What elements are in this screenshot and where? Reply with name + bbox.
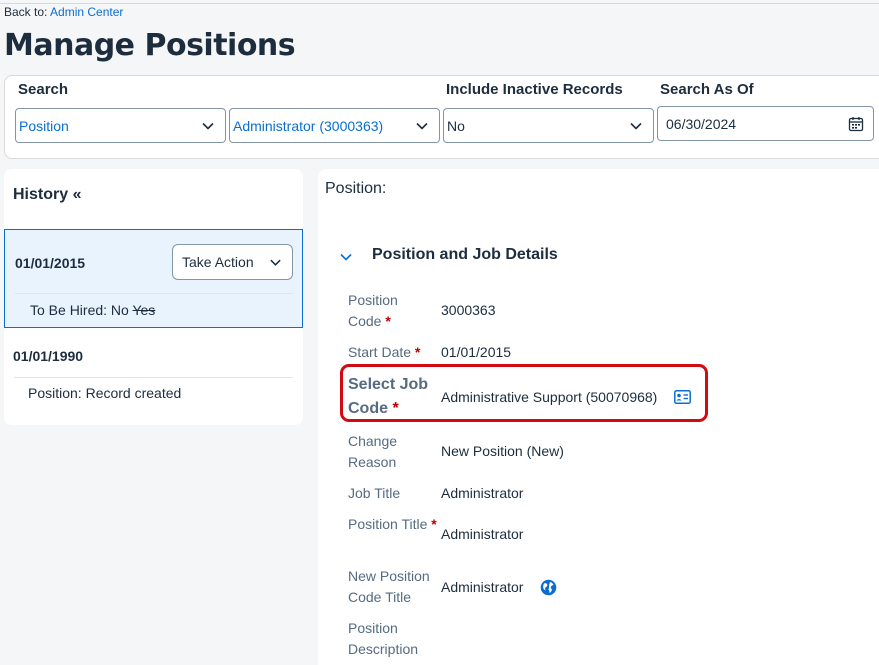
- breadcrumb-prefix: Back to:: [4, 5, 48, 19]
- history-divider: [15, 293, 293, 294]
- section-title[interactable]: Position and Job Details: [372, 246, 558, 264]
- include-inactive-value: No: [447, 117, 465, 134]
- admin-center-link[interactable]: Admin Center: [50, 5, 123, 19]
- history-change-old-value: Yes: [132, 302, 156, 318]
- start-date-value: 01/01/2015: [441, 344, 512, 360]
- include-inactive-label: Include Inactive Records: [446, 81, 623, 98]
- change-reason-label: Change Reason: [348, 433, 398, 470]
- job-title-value: Administrator: [441, 485, 524, 501]
- search-entity-select[interactable]: Administrator (3000363): [229, 108, 440, 143]
- job-title-label: Job Title: [348, 485, 401, 501]
- history-panel: History « 01/01/2015 Take Action To Be H…: [4, 169, 303, 425]
- change-reason-value: New Position (New): [441, 443, 564, 459]
- top-divider: [0, 3, 879, 4]
- history-entry-date[interactable]: 01/01/1990: [13, 348, 83, 364]
- position-title-value: Administrator: [441, 526, 524, 542]
- position-code-label: Position Code *: [348, 292, 398, 329]
- take-action-label: Take Action: [182, 254, 254, 270]
- search-as-of-label: Search As Of: [660, 81, 754, 98]
- chevron-down-icon: [416, 122, 428, 130]
- position-description-label: Position Description: [348, 620, 419, 657]
- position-header: Position:: [325, 180, 387, 197]
- history-title[interactable]: History «: [13, 186, 81, 204]
- search-as-of-input[interactable]: 06/30/2024: [657, 106, 874, 141]
- history-entry-selected[interactable]: 01/01/2015 Take Action To Be Hired: No Y…: [4, 229, 303, 328]
- chevron-down-icon[interactable]: [338, 249, 354, 265]
- take-action-button[interactable]: Take Action: [172, 244, 293, 280]
- chevron-down-icon: [270, 259, 281, 266]
- chevron-down-icon: [202, 122, 214, 130]
- search-as-of-value: 06/30/2024: [666, 115, 737, 132]
- calendar-icon[interactable]: [848, 116, 864, 132]
- breadcrumb: Back to: Admin Center: [4, 5, 123, 19]
- history-change-label: Position: Record created: [28, 385, 182, 401]
- include-inactive-select[interactable]: No: [443, 108, 654, 143]
- search-entity-value: Administrator (3000363): [233, 117, 384, 134]
- start-date-label: Start Date *: [348, 344, 421, 360]
- position-title-label: Position Title *: [348, 516, 437, 532]
- new-position-code-title-label: New Position Code Title: [348, 568, 430, 605]
- page-title: Manage Positions: [4, 28, 296, 63]
- job-code-highlight: [340, 364, 708, 422]
- search-label: Search: [18, 81, 69, 98]
- position-code-value: 3000363: [441, 302, 496, 318]
- search-type-value: Position: [19, 117, 69, 134]
- search-type-select[interactable]: Position: [15, 108, 226, 143]
- history-change: To Be Hired: No Yes: [30, 302, 155, 318]
- history-divider: [14, 377, 293, 378]
- globe-icon[interactable]: [540, 579, 557, 596]
- history-change-label: To Be Hired: No: [30, 302, 129, 318]
- new-position-code-title-value: Administrator: [441, 579, 524, 595]
- chevron-down-icon: [630, 122, 642, 130]
- history-entry-date: 01/01/2015: [15, 255, 86, 271]
